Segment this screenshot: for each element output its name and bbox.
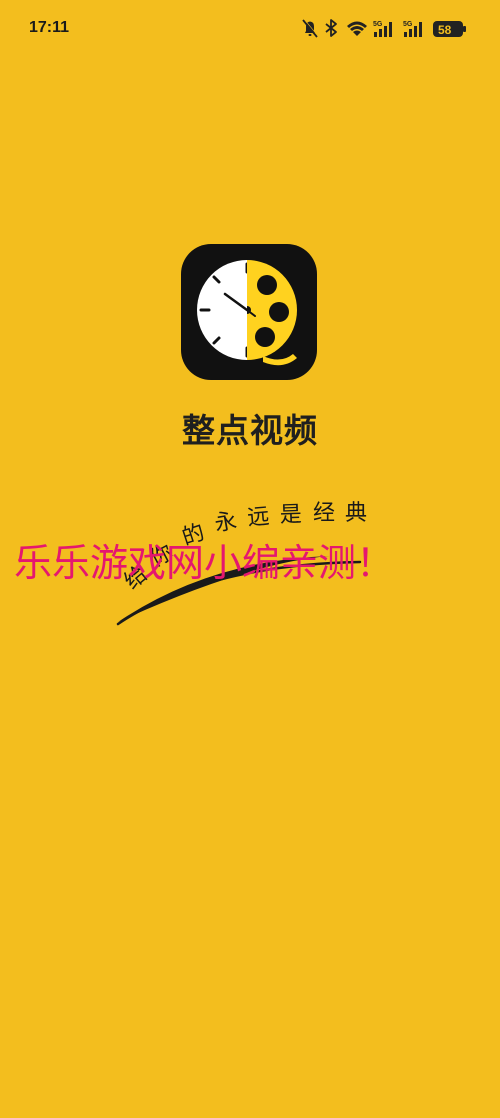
slogan-char: 是 [279, 502, 302, 528]
slogan-graphic: 给 你 的 永 远 是 经 典 [116, 501, 367, 626]
slogan-char: 典 [345, 501, 367, 526]
slogan-char: 远 [246, 504, 270, 531]
slogan-char: 经 [313, 501, 335, 526]
watermark-text: 乐乐游戏网小编亲测！ [14, 541, 395, 585]
